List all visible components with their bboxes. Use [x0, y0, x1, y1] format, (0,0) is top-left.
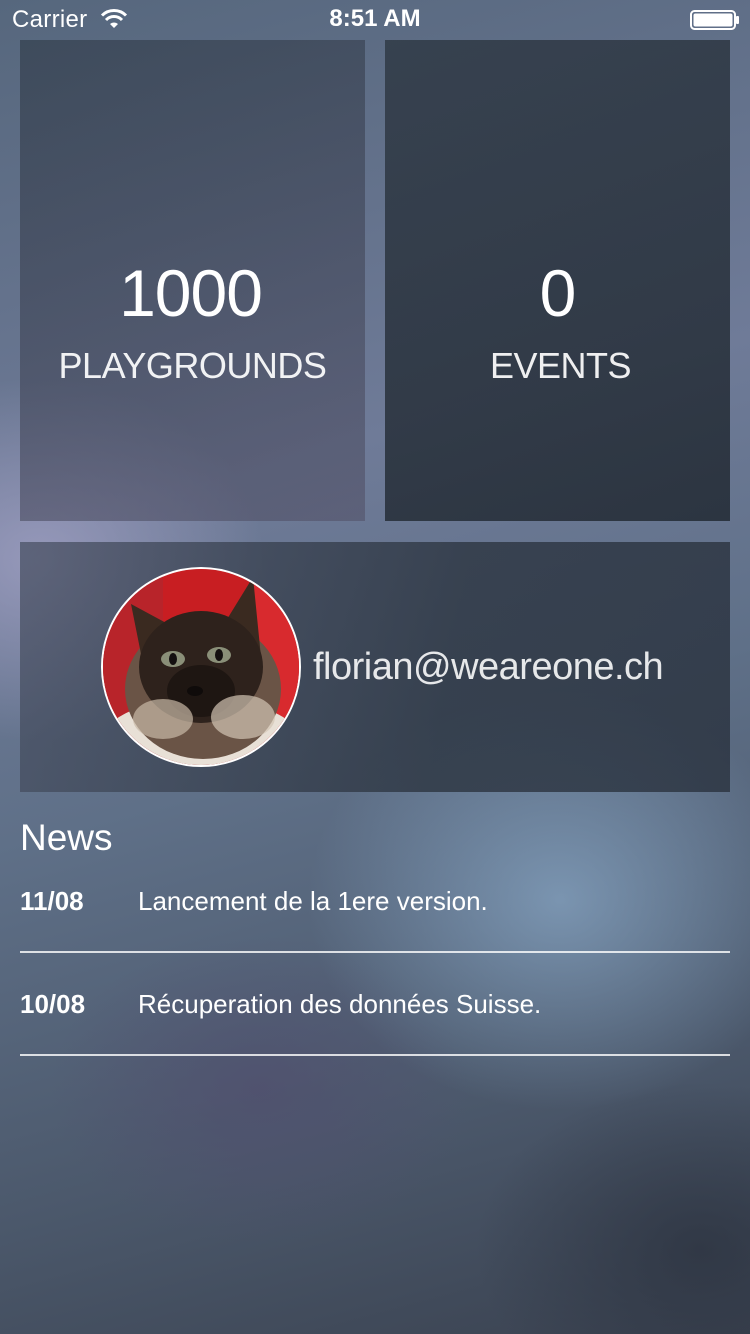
events-tile[interactable]: 0 EVENTS	[385, 40, 730, 521]
news-list: 11/08 Lancement de la 1ere version. 10/0…	[20, 850, 730, 1056]
playgrounds-count: 1000	[119, 256, 263, 330]
playgrounds-tile[interactable]: 1000 PLAYGROUNDS	[20, 40, 365, 521]
news-date: 11/08	[20, 886, 84, 916]
news-item[interactable]: 10/08 Récuperation des données Suisse.	[20, 953, 730, 1056]
avatar[interactable]	[101, 567, 301, 767]
events-label: EVENTS	[489, 345, 632, 386]
news-date: 10/08	[20, 989, 86, 1019]
news-item[interactable]: 11/08 Lancement de la 1ere version.	[20, 850, 730, 953]
news-text: Récuperation des données Suisse.	[138, 989, 542, 1019]
news-text: Lancement de la 1ere version.	[138, 886, 488, 916]
profile-card[interactable]: florian@weareone.ch	[20, 542, 730, 792]
battery-icon	[690, 10, 739, 30]
playgrounds-label: PLAYGROUNDS	[58, 345, 327, 386]
profile-email[interactable]: florian@weareone.ch	[313, 646, 664, 689]
clock-time: 8:51 AM	[329, 5, 421, 32]
cat-avatar-icon	[103, 569, 299, 765]
status-bar: Carrier 8:51 AM	[0, 0, 750, 40]
events-count: 0	[539, 256, 577, 330]
